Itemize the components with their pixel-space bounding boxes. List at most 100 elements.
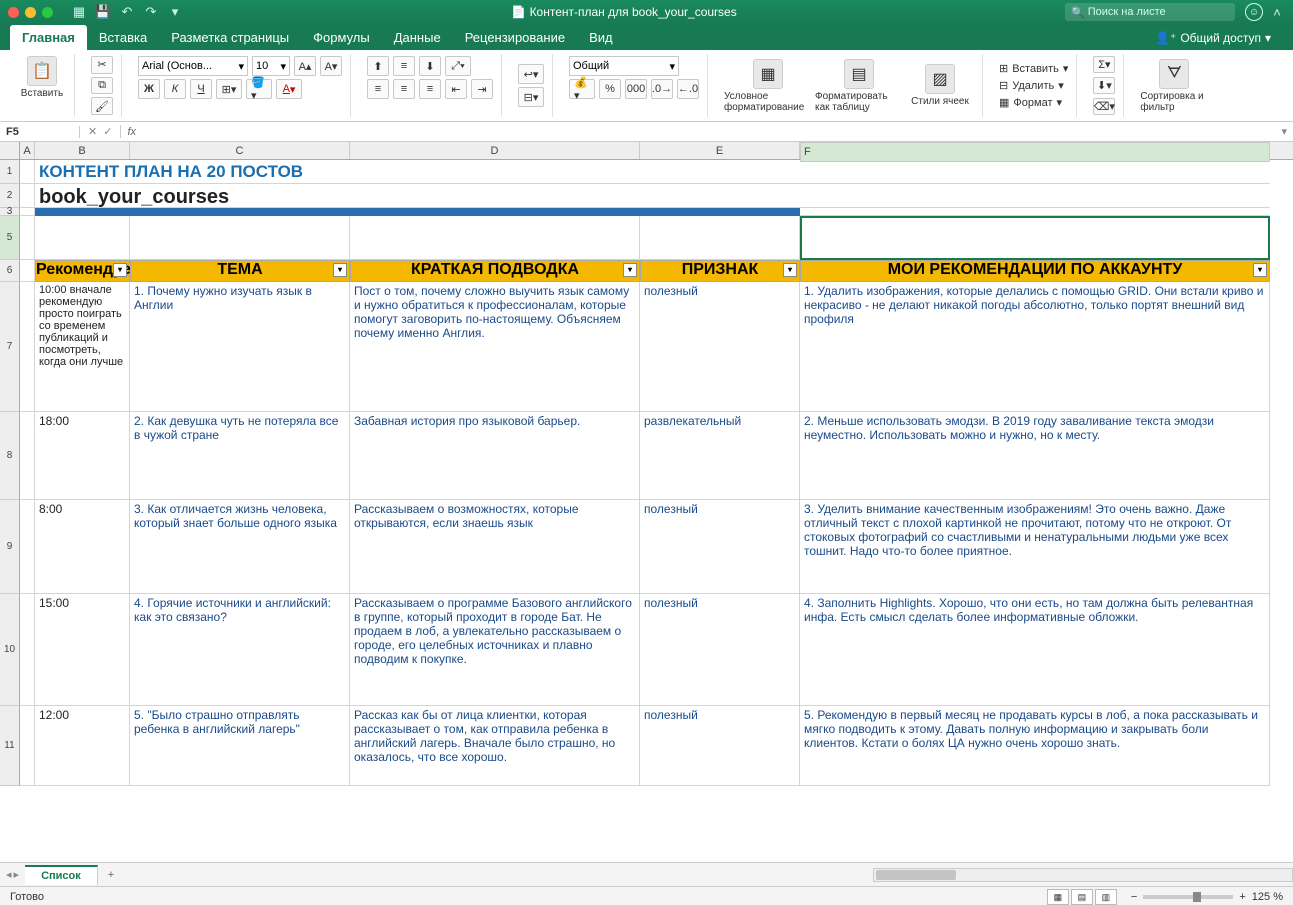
view-normal-icon[interactable]: ▦ [1047, 889, 1069, 905]
tab-home[interactable]: Главная [10, 25, 87, 50]
cancel-formula-icon[interactable]: ✕ [88, 125, 97, 138]
filter-icon[interactable]: ▾ [783, 263, 797, 277]
table-cell[interactable]: Рассказываем о возможностях, которые отк… [350, 500, 640, 594]
table-header-topic[interactable]: ТЕМА▾ [130, 260, 350, 282]
table-cell[interactable]: 10:00 вначале рекомендую просто поиграть… [35, 282, 130, 412]
confirm-formula-icon[interactable]: ✓ [103, 125, 112, 138]
tab-review[interactable]: Рецензирование [453, 25, 577, 50]
zoom-out-button[interactable]: − [1131, 891, 1137, 903]
format-as-table-button[interactable]: ▤Форматировать как таблицу [815, 59, 903, 113]
italic-button[interactable]: К [164, 79, 186, 99]
table-cell[interactable]: 3. Уделить внимание качественным изображ… [800, 500, 1270, 594]
user-account-icon[interactable]: ☺ [1245, 3, 1263, 21]
name-box[interactable]: F5 [0, 126, 80, 138]
col-header-a[interactable]: A [20, 142, 35, 159]
row-header[interactable]: 9 [0, 500, 20, 594]
row-header[interactable]: 5 [0, 216, 20, 260]
table-cell[interactable]: Забавная история про языковой барьер. [350, 412, 640, 500]
col-header-b[interactable]: B [35, 142, 130, 159]
row-header[interactable]: 8 [0, 412, 20, 500]
qat-dropdown-icon[interactable]: ▾ [167, 4, 183, 20]
table-cell[interactable]: 2. Меньше использовать эмодзи. В 2019 го… [800, 412, 1270, 500]
comma-icon[interactable]: 000 [625, 79, 647, 99]
currency-icon[interactable]: 💰▾ [569, 79, 595, 99]
decrease-decimal-icon[interactable]: ←.0 [677, 79, 699, 99]
table-cell[interactable]: 12:00 [35, 706, 130, 786]
tab-nav-first-icon[interactable]: ◂ [6, 868, 12, 881]
row-header[interactable]: 2 [0, 184, 20, 208]
zoom-level[interactable]: 125 % [1252, 891, 1283, 903]
tab-view[interactable]: Вид [577, 25, 625, 50]
tab-nav-prev-icon[interactable]: ▸ [14, 868, 20, 881]
filter-icon[interactable]: ▾ [113, 263, 127, 277]
tab-data[interactable]: Данные [382, 25, 453, 50]
table-cell[interactable]: 1. Удалить изображения, которые делались… [800, 282, 1270, 412]
table-cell[interactable]: 3. Как отличается жизнь человека, которы… [130, 500, 350, 594]
spreadsheet-grid[interactable]: A B C D E F 1 КОНТЕНТ ПЛАН НА 20 ПОСТОВ … [0, 142, 1293, 862]
autosum-icon[interactable]: Σ▾ [1093, 56, 1115, 73]
underline-button[interactable]: Ч [190, 79, 212, 99]
titlebar-chevron-icon[interactable]: ˄ [1269, 4, 1285, 20]
fill-icon[interactable]: ⬇▾ [1093, 77, 1115, 94]
row-header[interactable]: 7 [0, 282, 20, 412]
table-cell[interactable]: 2. Как девушка чуть не потеряла все в чу… [130, 412, 350, 500]
increase-indent-icon[interactable]: ⇥ [471, 79, 493, 99]
decrease-indent-icon[interactable]: ⇤ [445, 79, 467, 99]
fill-color-button[interactable]: 🪣▾ [246, 79, 272, 99]
horizontal-scrollbar[interactable] [873, 868, 1293, 882]
table-header-tag[interactable]: ПРИЗНАК▾ [640, 260, 800, 282]
align-center-icon[interactable]: ≡ [393, 79, 415, 99]
filter-icon[interactable]: ▾ [1253, 263, 1267, 277]
col-header-e[interactable]: E [640, 142, 800, 159]
col-header-c[interactable]: C [130, 142, 350, 159]
view-page-layout-icon[interactable]: ▤ [1071, 889, 1093, 905]
zoom-in-button[interactable]: + [1239, 891, 1245, 903]
tab-formulas[interactable]: Формулы [301, 25, 382, 50]
align-middle-icon[interactable]: ≡ [393, 56, 415, 76]
table-cell[interactable]: полезный [640, 282, 800, 412]
font-name-select[interactable]: Arial (Основ...▾ [138, 56, 248, 76]
copy-icon[interactable]: ⧉ [91, 77, 113, 95]
align-top-icon[interactable]: ⬆ [367, 56, 389, 76]
wrap-text-icon[interactable]: ↩▾ [518, 64, 544, 84]
table-cell[interactable]: полезный [640, 706, 800, 786]
align-left-icon[interactable]: ≡ [367, 79, 389, 99]
redo-icon[interactable]: ↷ [143, 4, 159, 20]
insert-cells-button[interactable]: ⊞ Вставить ▾ [999, 62, 1068, 75]
share-button[interactable]: 👤⁺ Общий доступ ▾ [1147, 26, 1279, 50]
filter-icon[interactable]: ▾ [623, 263, 637, 277]
table-cell[interactable]: развлекательный [640, 412, 800, 500]
table-cell[interactable]: 18:00 [35, 412, 130, 500]
sort-filter-button[interactable]: ᗊСортировка и фильтр [1140, 59, 1208, 113]
search-input[interactable]: 🔍 Поиск на листе [1065, 3, 1235, 21]
expand-formula-bar-icon[interactable]: ▾ [1275, 125, 1293, 138]
decrease-font-icon[interactable]: A▾ [320, 56, 342, 76]
undo-icon[interactable]: ↶ [119, 4, 135, 20]
table-cell[interactable]: 8:00 [35, 500, 130, 594]
sheet-tab-active[interactable]: Список [25, 865, 98, 885]
merge-cells-icon[interactable]: ⊟▾ [518, 87, 544, 107]
align-right-icon[interactable]: ≡ [419, 79, 441, 99]
maximize-window[interactable] [42, 7, 53, 18]
format-painter-icon[interactable]: 🖌 [91, 97, 113, 115]
format-cells-button[interactable]: ▦ Формат ▾ [999, 96, 1068, 109]
col-header-f[interactable]: F [800, 142, 1270, 162]
zoom-slider[interactable] [1143, 895, 1233, 899]
window-icon[interactable]: ▦ [71, 4, 87, 20]
tab-insert[interactable]: Вставка [87, 25, 159, 50]
row-header[interactable]: 1 [0, 160, 20, 184]
table-cell[interactable]: полезный [640, 594, 800, 706]
table-cell[interactable]: полезный [640, 500, 800, 594]
table-cell[interactable]: Рассказ как бы от лица клиентки, которая… [350, 706, 640, 786]
table-cell[interactable]: Пост о том, почему сложно выучить язык с… [350, 282, 640, 412]
delete-cells-button[interactable]: ⊟ Удалить ▾ [999, 79, 1068, 92]
table-cell[interactable]: 5. Рекомендую в первый месяц не продават… [800, 706, 1270, 786]
table-cell[interactable]: 15:00 [35, 594, 130, 706]
table-cell[interactable]: 5. "Было страшно отправлять ребенка в ан… [130, 706, 350, 786]
close-window[interactable] [8, 7, 19, 18]
table-cell[interactable]: Рассказываем о программе Базового англий… [350, 594, 640, 706]
increase-font-icon[interactable]: A▴ [294, 56, 316, 76]
table-header-summary[interactable]: КРАТКАЯ ПОДВОДКА▾ [350, 260, 640, 282]
tab-page-layout[interactable]: Разметка страницы [159, 25, 301, 50]
row-header[interactable]: 3 [0, 208, 20, 216]
